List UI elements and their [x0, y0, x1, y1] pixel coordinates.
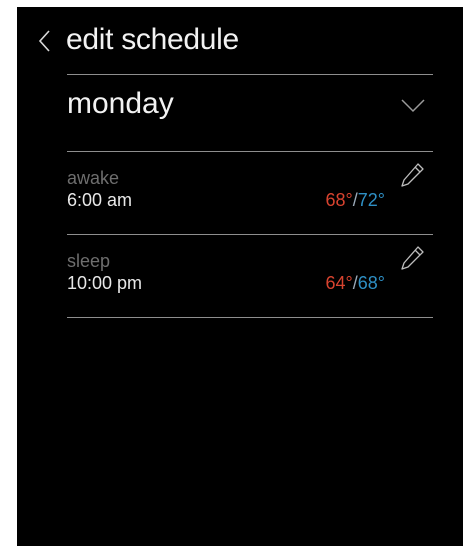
period-time: 6:00 am [67, 190, 133, 210]
divider [67, 317, 433, 318]
temperature-setpoints: 64°/68° [326, 273, 385, 294]
schedule-screen: edit schedule monday awake 6:00 am 68°/7… [17, 7, 463, 546]
header: edit schedule [17, 7, 463, 73]
day-dropdown[interactable]: monday [67, 75, 433, 149]
schedule-period-sleep[interactable]: sleep 10:00 pm 64°/68° [67, 235, 433, 317]
schedule-period-awake[interactable]: awake 6:00 am 68°/72° [67, 152, 433, 234]
chevron-down-icon [401, 99, 425, 113]
heat-setpoint: 68° [325, 190, 353, 210]
chevron-left-icon[interactable] [37, 29, 53, 53]
temperature-setpoints: 68°/72° [326, 190, 385, 211]
cool-setpoint: 68° [357, 273, 385, 293]
period-time: 10:00 pm [67, 273, 143, 293]
pencil-icon[interactable] [399, 245, 425, 273]
period-name: awake [67, 168, 120, 188]
selected-day: monday [67, 87, 174, 120]
cool-setpoint: 72° [357, 190, 385, 210]
pencil-icon[interactable] [399, 162, 425, 190]
heat-setpoint: 64° [325, 273, 353, 293]
page-title: edit schedule [66, 23, 239, 56]
period-name: sleep [67, 251, 111, 271]
